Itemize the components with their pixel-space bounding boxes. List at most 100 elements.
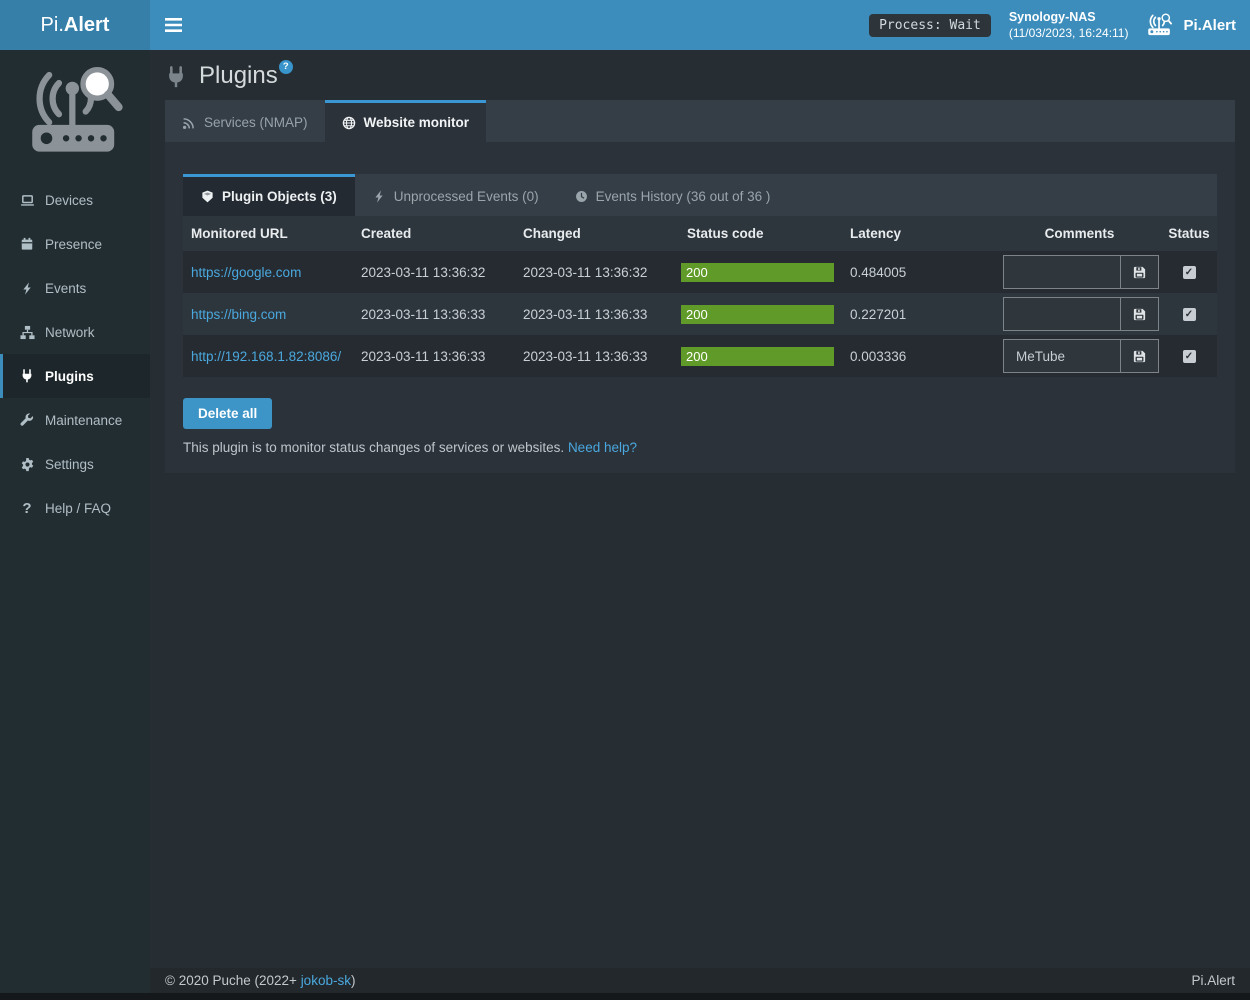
latency-cell: 0.003336 xyxy=(842,335,998,377)
created-cell: 2023-03-11 13:36:32 xyxy=(353,251,515,293)
jokob-sk-link[interactable]: jokob-sk xyxy=(301,973,351,988)
sidebar-item-events[interactable]: Events xyxy=(0,266,150,310)
comment-input[interactable] xyxy=(1004,256,1120,288)
sidebar-item-presence[interactable]: Presence xyxy=(0,222,150,266)
bolt-icon xyxy=(373,190,386,203)
table-row: https://bing.com 2023-03-11 13:36:332023-… xyxy=(183,293,1217,335)
website-monitor-panel: Plugin Objects (3)Unprocessed Events (0)… xyxy=(165,142,1235,473)
globe-icon xyxy=(342,116,356,130)
sidebar: Devices Presence Events Network Plugins Maint… xyxy=(0,50,150,993)
status-checkbox[interactable]: ✓ xyxy=(1183,350,1196,363)
plugin-data-tabs: Plugin Objects (3)Unprocessed Events (0)… xyxy=(183,174,1217,216)
sidebar-item-label: Maintenance xyxy=(45,413,122,428)
table-row: https://google.com 2023-03-11 13:36:32202… xyxy=(183,251,1217,293)
signal-icon xyxy=(182,116,196,130)
save-comment-button[interactable] xyxy=(1120,298,1158,330)
description-text: This plugin is to monitor status changes… xyxy=(183,440,564,455)
sidebar-item-help-faq[interactable]: ? Help / FAQ xyxy=(0,486,150,530)
help-badge[interactable]: ? xyxy=(279,60,293,74)
sidebar-item-devices[interactable]: Devices xyxy=(0,178,150,222)
plugin-type-tabs: Services (NMAP)Website monitor xyxy=(165,100,1235,142)
sidebar-toggle-button[interactable] xyxy=(150,0,196,50)
plugin-description: This plugin is to monitor status changes… xyxy=(183,440,1217,455)
tab-website-monitor[interactable]: Website monitor xyxy=(325,100,487,142)
comment-input-group xyxy=(1003,297,1159,331)
question-icon: ? xyxy=(18,500,36,517)
changed-cell: 2023-03-11 13:36:33 xyxy=(515,335,679,377)
laptop-icon xyxy=(18,193,36,208)
delete-all-button[interactable]: Delete all xyxy=(183,398,272,429)
tab-unprocessed-events-0[interactable]: Unprocessed Events (0) xyxy=(355,174,557,216)
status-checkbox[interactable]: ✓ xyxy=(1183,266,1196,279)
save-icon xyxy=(1132,349,1147,364)
changed-cell: 2023-03-11 13:36:32 xyxy=(515,251,679,293)
host-timestamp: (11/03/2023, 16:24:11) xyxy=(1009,25,1129,41)
hamburger-icon xyxy=(165,18,182,32)
sidebar-item-settings[interactable]: Settings xyxy=(0,442,150,486)
host-name: Synology-NAS xyxy=(1009,9,1129,25)
column-header-comments: Comments xyxy=(998,216,1161,251)
save-icon xyxy=(1132,265,1147,280)
sidebar-item-plugins[interactable]: Plugins xyxy=(0,354,150,398)
sidebar-item-label: Settings xyxy=(45,457,94,472)
footer: © 2020 Puche (2022+ jokob-sk) Pi.Alert xyxy=(150,968,1250,993)
need-help-link[interactable]: Need help? xyxy=(568,440,637,455)
column-header-monitored-url: Monitored URL xyxy=(183,216,353,251)
latency-cell: 0.227201 xyxy=(842,293,998,335)
footer-app-name: Pi.Alert xyxy=(1191,973,1235,988)
sidebar-item-label: Help / FAQ xyxy=(45,501,111,516)
latency-cell: 0.484005 xyxy=(842,251,998,293)
router-search-logo-icon xyxy=(26,64,124,160)
table-body: https://google.com2023-03-11 13:36:32202… xyxy=(183,251,1217,377)
monitored-url-link[interactable]: http://192.168.1.82:8086/ xyxy=(191,349,341,364)
router-search-icon xyxy=(1146,13,1174,37)
monitored-url-link[interactable]: https://bing.com xyxy=(191,307,286,322)
comment-input-group xyxy=(1003,255,1159,289)
sidebar-item-label: Network xyxy=(45,325,95,340)
sidebar-item-network[interactable]: Network xyxy=(0,310,150,354)
status-code-bar: 200 xyxy=(681,263,834,282)
sidebar-item-maintenance[interactable]: Maintenance xyxy=(0,398,150,442)
save-comment-button[interactable] xyxy=(1120,256,1158,288)
page-title: Plugins? xyxy=(199,60,293,92)
tab-events-history-36-out-of-36[interactable]: Events History (36 out of 36 ) xyxy=(557,174,789,216)
created-cell: 2023-03-11 13:36:33 xyxy=(353,293,515,335)
app-identity: Pi.Alert xyxy=(1146,13,1236,37)
monitored-url-link[interactable]: https://google.com xyxy=(191,265,301,280)
save-comment-button[interactable] xyxy=(1120,340,1158,372)
table-row: http://192.168.1.82:8086/2023-03-11 13:3… xyxy=(183,335,1217,377)
table-header-row: Monitored URLCreatedChangedStatus codeLa… xyxy=(183,216,1217,251)
wrench-icon xyxy=(18,413,36,427)
status-code-bar: 200 xyxy=(681,347,834,366)
column-header-status-code: Status code xyxy=(679,216,842,251)
column-header-status: Status xyxy=(1161,216,1217,251)
comment-input[interactable] xyxy=(1004,340,1120,372)
page-header: Plugins? xyxy=(150,50,1250,92)
cube-icon xyxy=(201,190,214,203)
plug-icon xyxy=(18,369,36,383)
process-status-badge: Process: Wait xyxy=(869,14,991,37)
created-cell: 2023-03-11 13:36:33 xyxy=(353,335,515,377)
pialert-logo xyxy=(25,64,125,160)
column-header-created: Created xyxy=(353,216,515,251)
app-name: Pi.Alert xyxy=(1183,17,1236,34)
save-icon xyxy=(1132,307,1147,322)
host-info: Synology-NAS (11/03/2023, 16:24:11) xyxy=(1009,9,1129,41)
column-header-latency: Latency xyxy=(842,216,998,251)
comment-input[interactable] xyxy=(1004,298,1120,330)
column-header-changed: Changed xyxy=(515,216,679,251)
sidebar-item-label: Devices xyxy=(45,193,93,208)
status-checkbox[interactable]: ✓ xyxy=(1183,308,1196,321)
plug-icon xyxy=(165,66,187,91)
sidebar-item-label: Presence xyxy=(45,237,102,252)
tab-services-nmap[interactable]: Services (NMAP) xyxy=(165,100,325,142)
copyright-text: © 2020 Puche (2022+ jokob-sk) xyxy=(165,973,355,988)
status-code-bar: 200 xyxy=(681,305,834,324)
tab-plugin-objects-3[interactable]: Plugin Objects (3) xyxy=(183,174,355,216)
comment-input-group xyxy=(1003,339,1159,373)
bolt-icon xyxy=(18,282,36,295)
brand-logo[interactable]: Pi.Alert xyxy=(0,0,150,50)
content-area: Plugins? Services (NMAP)Website monitor … xyxy=(150,50,1250,968)
navbar: Process: Wait Synology-NAS (11/03/2023, … xyxy=(150,0,1250,50)
changed-cell: 2023-03-11 13:36:33 xyxy=(515,293,679,335)
